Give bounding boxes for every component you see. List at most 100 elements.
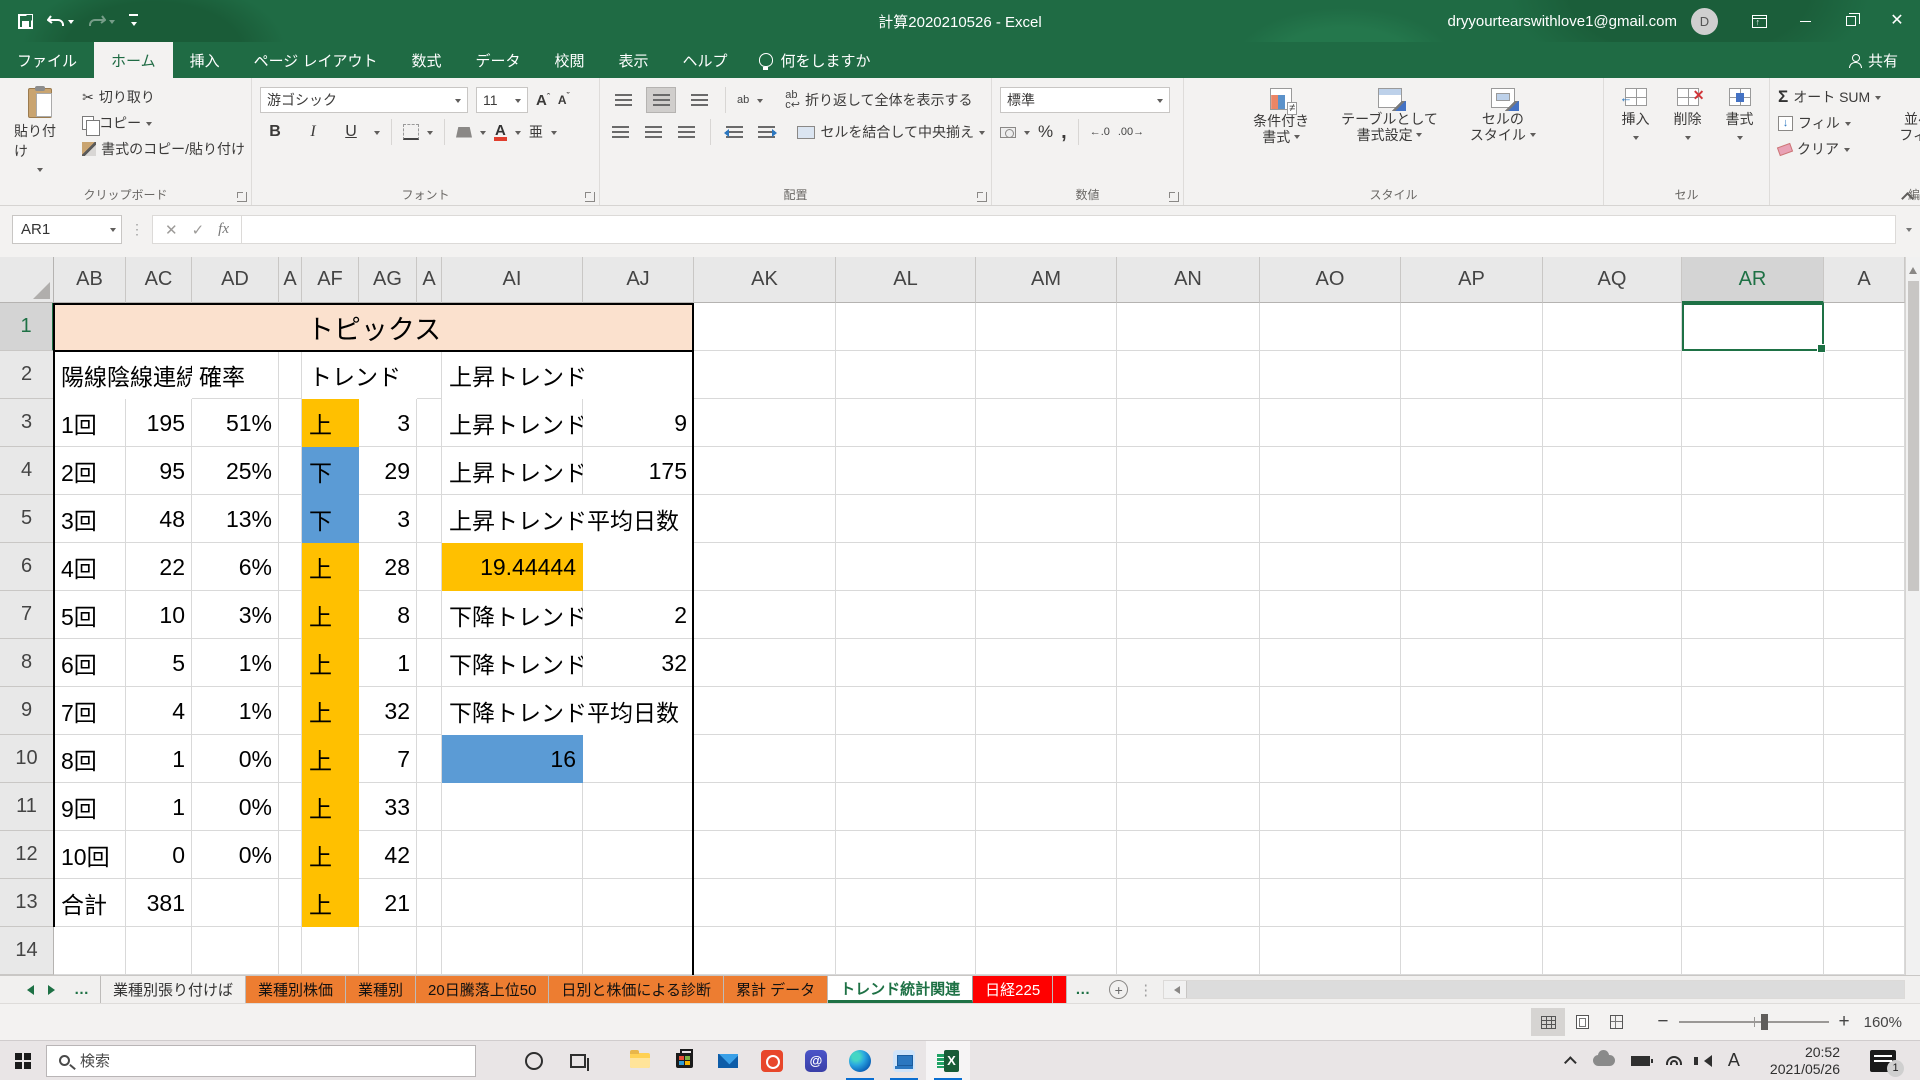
cell-AB6[interactable]: 4回 <box>54 543 126 591</box>
scroll-up-icon[interactable] <box>1909 263 1917 274</box>
format-painter-button[interactable]: 書式のコピー/貼り付け <box>82 136 245 162</box>
column-header-AS[interactable]: A <box>1824 257 1905 303</box>
customize-qat-button[interactable] <box>129 14 138 29</box>
row-header-10[interactable]: 10 <box>0 735 54 783</box>
column-header-AP[interactable]: AP <box>1401 257 1543 303</box>
cell-AG8[interactable]: 1 <box>359 639 417 687</box>
sheet-overflow-right[interactable]: … <box>1075 981 1091 998</box>
vertical-scrollbar[interactable] <box>1905 257 1920 975</box>
align-top-button[interactable] <box>608 87 638 113</box>
comma-style-button[interactable]: , <box>1061 121 1067 144</box>
insert-function-icon[interactable]: fx <box>218 221 229 238</box>
cell-AB13[interactable]: 合計 <box>54 879 126 927</box>
ribbon-tab-挿入[interactable]: 挿入 <box>173 42 237 78</box>
sheet-tab-日別と株価による診断[interactable]: 日別と株価による診断 <box>549 976 724 1003</box>
cell-AD9[interactable]: 1% <box>192 687 279 735</box>
sort-filter-button[interactable]: AZ 並べ替えとフィルター <box>1893 84 1920 162</box>
cell-AC11[interactable]: 1 <box>126 783 192 831</box>
align-center-button[interactable] <box>641 119 666 145</box>
column-header-AR[interactable]: AR <box>1682 257 1824 303</box>
paste-button[interactable]: 貼り付け <box>8 84 72 179</box>
cell-AB11[interactable]: 9回 <box>54 783 126 831</box>
undo-button[interactable] <box>47 14 74 28</box>
cell-AF6[interactable]: 上 <box>302 543 359 591</box>
copy-button[interactable]: コピー <box>82 110 245 136</box>
cell-AB7[interactable]: 5回 <box>54 591 126 639</box>
chevron-down-icon[interactable] <box>480 131 486 138</box>
cell-AF4[interactable]: 下 <box>302 447 359 495</box>
column-header-AM[interactable]: AM <box>976 257 1117 303</box>
cell-AB8[interactable]: 6回 <box>54 639 126 687</box>
cell-AG3[interactable]: 3 <box>359 399 417 447</box>
column-header-AL[interactable]: AL <box>836 257 976 303</box>
chevron-down-icon[interactable] <box>1024 131 1030 138</box>
orientation-button[interactable]: ab <box>737 95 749 105</box>
expand-formula-bar-icon[interactable] <box>1906 228 1912 235</box>
cell-AI7[interactable]: 下降トレンド <box>442 591 583 639</box>
dialog-launcher-icon[interactable] <box>1169 192 1179 202</box>
cell-AG7[interactable]: 8 <box>359 591 417 639</box>
horizontal-scrollbar[interactable] <box>1163 980 1905 999</box>
sheet-tab-sliver[interactable] <box>1053 976 1067 1003</box>
cell-AD3[interactable]: 51% <box>192 399 279 447</box>
row-header-4[interactable]: 4 <box>0 447 54 495</box>
column-header-AD[interactable]: AD <box>192 257 279 303</box>
cell-AI6[interactable]: 19.44444 <box>442 543 583 591</box>
chevron-down-icon[interactable] <box>427 131 433 138</box>
task-view-button[interactable] <box>556 1041 600 1080</box>
underline-button[interactable]: U <box>336 119 366 145</box>
zoom-slider-thumb[interactable] <box>1761 1014 1768 1030</box>
column-header-AN[interactable]: AN <box>1117 257 1260 303</box>
normal-view-button[interactable] <box>1531 1008 1565 1036</box>
cell-AI2[interactable]: 上昇トレンド <box>442 351 694 399</box>
font-family-select[interactable]: 游ゴシック <box>260 87 468 113</box>
battery-icon[interactable] <box>1631 1056 1650 1066</box>
clear-button[interactable]: クリア <box>1778 136 1881 162</box>
cell-AB10[interactable]: 8回 <box>54 735 126 783</box>
taskbar-search-input[interactable]: 検索 <box>46 1045 476 1077</box>
cell-AG13[interactable]: 21 <box>359 879 417 927</box>
row-header-13[interactable]: 13 <box>0 879 54 927</box>
ribbon-tab-校閲[interactable]: 校閲 <box>538 42 602 78</box>
ribbon-tab-ファイル[interactable]: ファイル <box>0 42 94 78</box>
cell-AJ3[interactable]: 9 <box>583 399 694 447</box>
cell-AG10[interactable]: 7 <box>359 735 417 783</box>
cell-AC3[interactable]: 195 <box>126 399 192 447</box>
undo-dropdown-icon[interactable] <box>68 20 74 27</box>
cell-AB2[interactable]: 陽線陰線連続 <box>54 351 192 399</box>
ribbon-tab-ヘルプ[interactable]: ヘルプ <box>666 42 745 78</box>
scroll-left-icon[interactable] <box>1164 981 1186 998</box>
vertical-scrollbar-thumb[interactable] <box>1908 281 1919 591</box>
cell-AF9[interactable]: 上 <box>302 687 359 735</box>
formula-bar-splitter[interactable]: ⋮ <box>130 221 144 238</box>
font-size-select[interactable]: 11 <box>476 87 528 113</box>
sheet-tab-業種別張り付けば[interactable]: 業種別張り付けば <box>101 976 246 1003</box>
cut-button[interactable]: ✂切り取り <box>82 84 245 110</box>
close-button[interactable]: ✕ <box>1874 0 1920 42</box>
select-all-corner[interactable] <box>0 257 54 303</box>
row-header-12[interactable]: 12 <box>0 831 54 879</box>
cell-AC9[interactable]: 4 <box>126 687 192 735</box>
page-break-view-button[interactable] <box>1599 1008 1633 1036</box>
ribbon-tab-ホーム[interactable]: ホーム <box>94 42 173 78</box>
onedrive-icon[interactable] <box>1593 1055 1615 1066</box>
next-sheet-icon[interactable] <box>48 985 60 995</box>
format-as-table-button[interactable]: テーブルとして書式設定 <box>1335 84 1444 149</box>
sheet-tab-業種別株価[interactable]: 業種別株価 <box>246 976 346 1003</box>
cell-AD12[interactable]: 0% <box>192 831 279 879</box>
cell-AG6[interactable]: 28 <box>359 543 417 591</box>
cell-AI4[interactable]: 上昇トレンド <box>442 447 583 495</box>
account-email[interactable]: dryyourtearswithlove1@gmail.com <box>1448 13 1677 30</box>
cell-AD7[interactable]: 3% <box>192 591 279 639</box>
tell-me-search[interactable]: 何をしますか <box>745 42 885 78</box>
column-header-AC[interactable]: AC <box>126 257 192 303</box>
pc-health-app-button[interactable] <box>882 1041 926 1080</box>
cell-AJ7[interactable]: 2 <box>583 591 694 639</box>
ribbon-tab-データ[interactable]: データ <box>458 42 537 78</box>
share-button[interactable]: 共有 <box>1849 42 1920 78</box>
zoom-in-button[interactable]: + <box>1839 1011 1850 1033</box>
redo-dropdown-icon[interactable] <box>109 20 115 27</box>
column-header-AE[interactable]: A <box>279 257 302 303</box>
format-cells-button[interactable]: 書式 <box>1720 84 1760 147</box>
fill-button[interactable]: ↓フィル <box>1778 110 1881 136</box>
